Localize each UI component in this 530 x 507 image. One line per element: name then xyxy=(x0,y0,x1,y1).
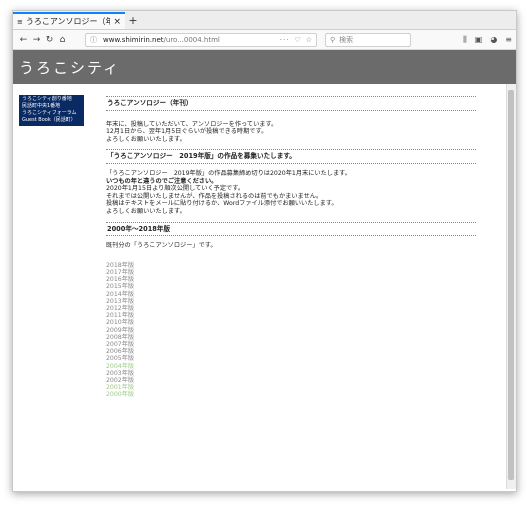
year-link[interactable]: 2017年版 xyxy=(106,269,476,276)
address-bar[interactable]: ⓘ www.shimirin.net /uro...0004.html ··· … xyxy=(85,32,317,47)
year-link[interactable]: 2010年版 xyxy=(106,319,476,326)
year-link[interactable]: 2011年版 xyxy=(106,312,476,319)
menu-icon[interactable]: ≡ xyxy=(505,35,512,45)
back-icon[interactable]: ← xyxy=(17,35,30,45)
year-link[interactable]: 2012年版 xyxy=(106,305,476,312)
year-link[interactable]: 2000年版 xyxy=(106,391,476,398)
forward-icon[interactable]: → xyxy=(30,35,43,45)
paragraph: 「うろこアンソロジー 2019年版」の作品募集締め切りは2020年1月末にいたし… xyxy=(106,169,351,177)
url-path: /uro...0004.html xyxy=(163,35,220,44)
extension-icon[interactable]: ◕ xyxy=(490,35,497,45)
pocket-icon[interactable]: ♡ xyxy=(294,36,300,44)
site-title: うろこシティ xyxy=(19,58,121,77)
tab-active[interactable]: ≡ うろこアンソロジー（年 × xyxy=(13,12,125,29)
year-link[interactable]: 2007年版 xyxy=(106,341,476,348)
bookmark-star-icon[interactable]: ☆ xyxy=(306,36,312,44)
page-actions-icon[interactable]: ··· xyxy=(280,36,290,44)
browser-window: ≡ うろこアンソロジー（年 × + ← → ↻ ⌂ ⓘ www.shimirin… xyxy=(12,10,517,492)
paragraph: 2020年1月15日より順次公開していく予定です。 xyxy=(106,185,245,193)
year-link[interactable]: 2006年版 xyxy=(106,348,476,355)
tab-bar: ≡ うろこアンソロジー（年 × + xyxy=(13,11,516,30)
sidebar-toggle-icon[interactable]: ▣ xyxy=(475,35,483,45)
year-link[interactable]: 2004年版 xyxy=(106,363,476,370)
tab-title: うろこアンソロジー（年 xyxy=(25,17,111,26)
site-header: うろこシティ xyxy=(13,50,516,84)
year-link[interactable]: 2016年版 xyxy=(106,276,476,283)
reload-icon[interactable]: ↻ xyxy=(43,35,56,45)
year-link[interactable]: 2003年版 xyxy=(106,370,476,377)
year-link[interactable]: 2002年版 xyxy=(106,377,476,384)
section-title-2019: 「うろこアンソロジー 2019年版」の作品を募集いたします。 xyxy=(107,152,296,161)
year-link[interactable]: 2001年版 xyxy=(106,384,476,391)
toolbar-icons: ⫼ ▣ ◕ ≡ xyxy=(463,35,512,45)
site-info-icon[interactable]: ⓘ xyxy=(90,35,97,45)
main-content: うろこアンソロジー（年刊） 年末に、投稿していただいて、アンソロジーを作っていま… xyxy=(106,96,476,399)
vertical-scrollbar[interactable] xyxy=(506,84,516,489)
page-body: うろこシティ創り番地 民話町中央1番地 うろこシティフォーラム Guest Bo… xyxy=(13,84,516,489)
scrollbar-thumb[interactable] xyxy=(508,90,514,480)
year-link[interactable]: 2015年版 xyxy=(106,283,476,290)
paragraph: よろしくお願いいたします。 xyxy=(106,135,186,143)
search-icon: ⚲ xyxy=(330,35,336,44)
page-favicon-icon: ≡ xyxy=(17,17,23,26)
url-host: www.shimirin.net xyxy=(103,35,164,44)
section-title-anthology: うろこアンソロジー（年刊） xyxy=(107,99,193,107)
home-icon[interactable]: ⌂ xyxy=(56,35,69,45)
sidebar-item-forum[interactable]: うろこシティフォーラム xyxy=(19,110,84,117)
year-link[interactable]: 2009年版 xyxy=(106,327,476,334)
year-link[interactable]: 2014年版 xyxy=(106,291,476,298)
year-link[interactable]: 2005年版 xyxy=(106,355,476,362)
year-link[interactable]: 2018年版 xyxy=(106,262,476,269)
close-tab-icon[interactable]: × xyxy=(113,17,121,27)
sidebar-item-minwa-town[interactable]: 民話町中央1番地 xyxy=(19,103,84,110)
search-box[interactable]: ⚲ 検索 xyxy=(325,32,411,47)
navigation-bar: ← → ↻ ⌂ ⓘ www.shimirin.net /uro...0004.h… xyxy=(13,30,516,50)
sidebar-nav: うろこシティ創り番地 民話町中央1番地 うろこシティフォーラム Guest Bo… xyxy=(19,95,84,126)
paragraph: 既刊分の「うろこアンソロジー」です。 xyxy=(106,242,217,250)
sidebar-item-guestbook[interactable]: Guest Book（民話町） xyxy=(19,117,84,124)
search-input[interactable]: 検索 xyxy=(339,35,353,45)
year-link-list: 2018年版 2017年版 2016年版 2015年版 2014年版 2013年版 2012… xyxy=(106,262,476,399)
year-link[interactable]: 2013年版 xyxy=(106,298,476,305)
new-tab-button[interactable]: + xyxy=(125,12,141,29)
paragraph: よろしくお願いいたします。 xyxy=(106,207,186,215)
paragraph: 12月1日から、翌年1月5日ぐらいが投稿できる時期です。 xyxy=(106,128,268,136)
paragraph: 投稿はテキストをメールに貼り付けるか、Wordファイル添付でお願いいたします。 xyxy=(106,200,338,208)
year-link[interactable]: 2008年版 xyxy=(106,334,476,341)
sidebar-item-uroko-city[interactable]: うろこシティ創り番地 xyxy=(19,96,84,103)
library-icon[interactable]: ⫼ xyxy=(463,35,467,45)
section-title-archive: 2000年〜2018年版 xyxy=(107,224,171,233)
